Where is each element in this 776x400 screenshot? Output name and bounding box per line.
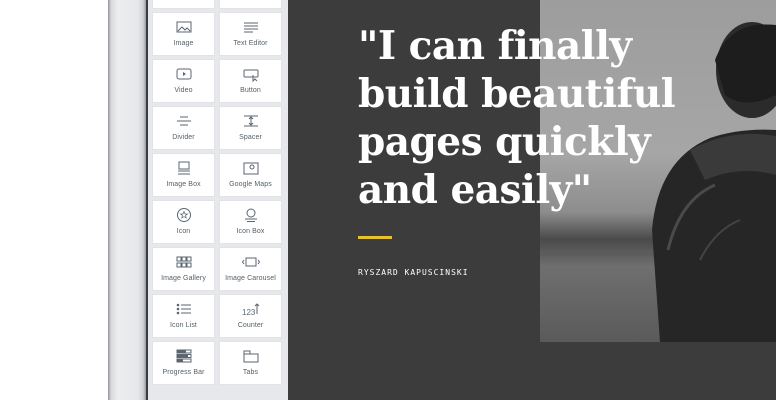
- widget-label: Image Gallery: [161, 275, 206, 282]
- spacer-icon: [241, 113, 261, 129]
- google-maps-icon: [241, 160, 261, 176]
- text-editor-icon: [241, 19, 261, 35]
- widget-label: Button: [240, 87, 261, 94]
- widget-label: Divider: [172, 134, 195, 141]
- widget-label: Image Box: [166, 181, 201, 188]
- testimonial-quote: "I can finally build beautiful pages qui…: [358, 23, 676, 213]
- widget-label: Progress Bar: [162, 369, 205, 376]
- widget-icon-box[interactable]: Icon Box: [220, 201, 281, 243]
- widget-video[interactable]: Video: [153, 60, 214, 102]
- widget-heading[interactable]: THeading: [220, 0, 281, 8]
- device-frame-background: [0, 0, 108, 400]
- widget-progress-bar[interactable]: Progress Bar: [153, 342, 214, 384]
- widget-label: Icon List: [170, 322, 197, 329]
- widget-button[interactable]: Button: [220, 60, 281, 102]
- accent-divider: [358, 236, 392, 239]
- widget-columns[interactable]: Columns: [153, 0, 214, 8]
- widget-counter[interactable]: 123 Counter: [220, 295, 281, 337]
- video-icon: [174, 66, 194, 82]
- widget-image[interactable]: Image: [153, 13, 214, 55]
- icon-box-icon: [241, 207, 261, 223]
- image-gallery-icon: [174, 254, 194, 270]
- widget-spacer[interactable]: Spacer: [220, 107, 281, 149]
- progress-bar-icon: [174, 348, 194, 364]
- tabs-icon: [241, 348, 261, 364]
- widget-label: Google Maps: [229, 181, 272, 188]
- widget-divider[interactable]: Divider: [153, 107, 214, 149]
- widget-google-maps[interactable]: Google Maps: [220, 154, 281, 196]
- widget-icon-list[interactable]: Icon List: [153, 295, 214, 337]
- widget-image-carousel[interactable]: Image Carousel: [220, 248, 281, 290]
- image-carousel-icon: [241, 254, 261, 270]
- widget-label: Icon Box: [236, 228, 265, 235]
- widget-label: Spacer: [239, 134, 262, 141]
- widget-label: Text Editor: [233, 40, 268, 47]
- star-icon: [174, 207, 194, 223]
- widget-label: Tabs: [242, 369, 259, 376]
- icon-list-icon: [174, 301, 194, 317]
- widget-tabs[interactable]: Tabs: [220, 342, 281, 384]
- widget-icon[interactable]: Icon: [153, 201, 214, 243]
- button-icon: [241, 66, 261, 82]
- image-box-icon: [174, 160, 194, 176]
- widget-label: Image Carousel: [225, 275, 276, 282]
- widget-label: Counter: [237, 322, 264, 329]
- divider-icon: [174, 113, 194, 129]
- widget-label: Video: [174, 87, 193, 94]
- widget-label: Icon: [176, 228, 191, 235]
- counter-icon: 123: [241, 301, 261, 317]
- device-frame-edge: [108, 0, 146, 400]
- widget-panel: Columns THeading Image Text Editor Video Butt…: [148, 0, 288, 400]
- svg-text:123: 123: [242, 308, 256, 317]
- hero-section: "I can finally build beautiful pages qui…: [288, 0, 776, 400]
- image-icon: [174, 19, 194, 35]
- testimonial-author: Ryszard Kapuscinski: [358, 268, 469, 277]
- widget-label: Image: [173, 40, 194, 47]
- widget-image-gallery[interactable]: Image Gallery: [153, 248, 214, 290]
- widget-image-box[interactable]: Image Box: [153, 154, 214, 196]
- widget-text-editor[interactable]: Text Editor: [220, 13, 281, 55]
